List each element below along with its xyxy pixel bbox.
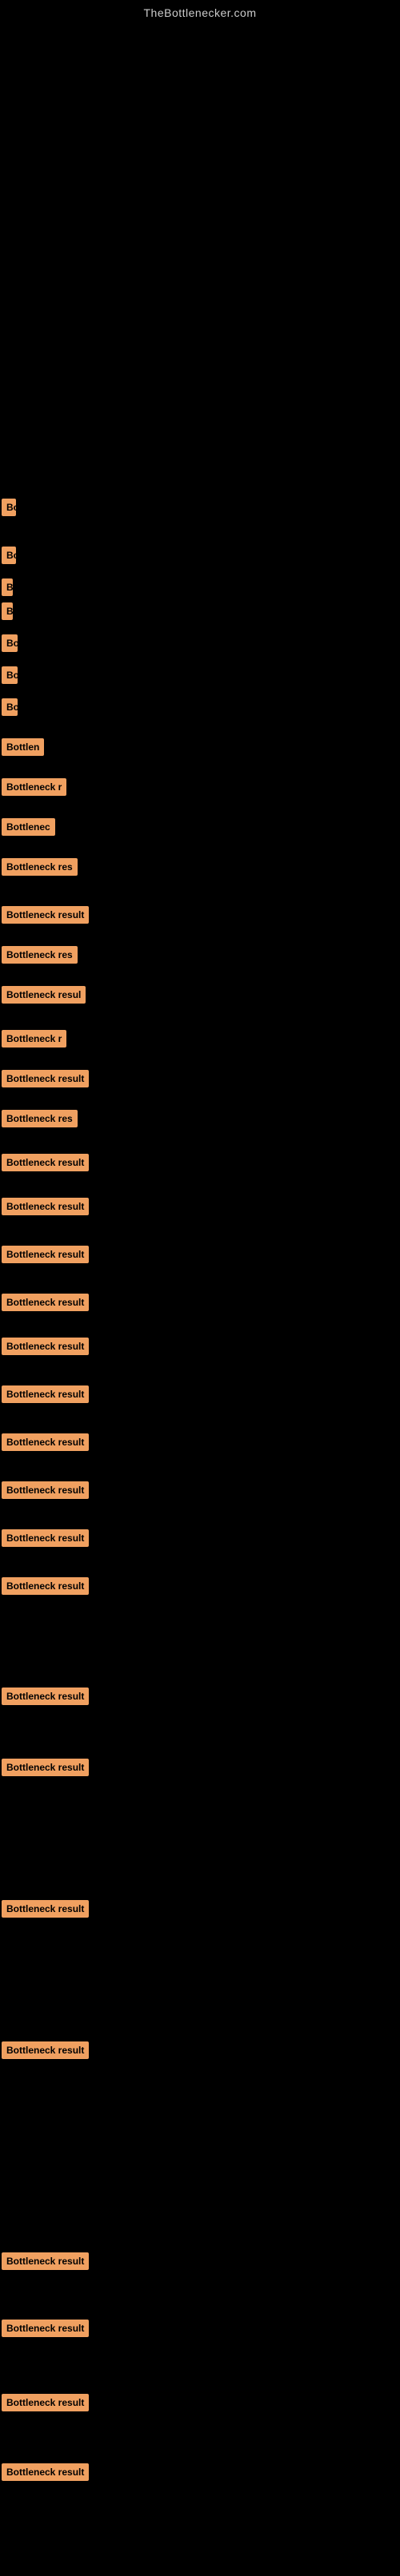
result-item-5[interactable]: Bo [2, 634, 18, 652]
result-item-31[interactable]: Bottleneck result [2, 2041, 89, 2059]
result-item-7[interactable]: Bo [2, 698, 18, 716]
result-item-13[interactable]: Bottleneck res [2, 946, 78, 964]
result-item-25[interactable]: Bottleneck result [2, 1481, 89, 1499]
result-item-15[interactable]: Bottleneck r [2, 1030, 66, 1047]
result-item-11[interactable]: Bottleneck res [2, 858, 78, 876]
result-item-24[interactable]: Bottleneck result [2, 1433, 89, 1451]
result-item-21[interactable]: Bottleneck result [2, 1294, 89, 1311]
result-item-12[interactable]: Bottleneck result [2, 906, 89, 924]
result-item-20[interactable]: Bottleneck result [2, 1246, 89, 1263]
result-item-19[interactable]: Bottleneck result [2, 1198, 89, 1215]
result-item-6[interactable]: Bo [2, 666, 18, 684]
result-item-10[interactable]: Bottlenec [2, 818, 55, 836]
site-title: TheBottlenecker.com [0, 0, 400, 19]
result-item-8[interactable]: Bottlen [2, 738, 44, 756]
result-item-4[interactable]: B [2, 602, 13, 620]
result-item-17[interactable]: Bottleneck res [2, 1110, 78, 1127]
result-item-27[interactable]: Bottleneck result [2, 1577, 89, 1595]
result-item-16[interactable]: Bottleneck result [2, 1070, 89, 1087]
result-item-23[interactable]: Bottleneck result [2, 1385, 89, 1403]
result-item-33[interactable]: Bottleneck result [2, 2320, 89, 2337]
result-item-34[interactable]: Bottleneck result [2, 2394, 89, 2411]
result-item-22[interactable]: Bottleneck result [2, 1338, 89, 1355]
result-item-28[interactable]: Bottleneck result [2, 1688, 89, 1705]
result-item-29[interactable]: Bottleneck result [2, 1759, 89, 1776]
result-item-35[interactable]: Bottleneck result [2, 2463, 89, 2481]
result-item-1[interactable]: Bottleneck result [2, 499, 16, 516]
result-item-30[interactable]: Bottleneck result [2, 1900, 89, 1918]
result-item-18[interactable]: Bottleneck result [2, 1154, 89, 1171]
result-item-32[interactable]: Bottleneck result [2, 2252, 89, 2270]
result-item-2[interactable]: Bottleneck result [2, 547, 16, 564]
result-item-9[interactable]: Bottleneck r [2, 778, 66, 796]
result-item-14[interactable]: Bottleneck resul [2, 986, 86, 1004]
result-item-3[interactable]: B [2, 578, 13, 596]
result-item-26[interactable]: Bottleneck result [2, 1529, 89, 1547]
